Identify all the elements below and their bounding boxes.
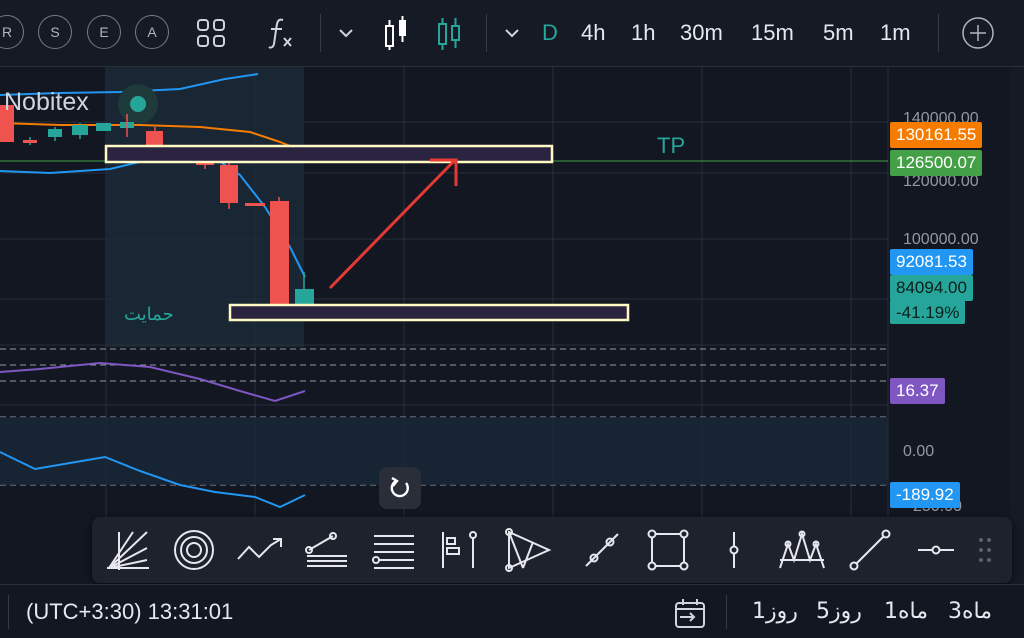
chevron-down-icon[interactable] xyxy=(500,14,524,52)
price-label-last: 84094.00 xyxy=(890,275,973,301)
horizontal-ray-icon[interactable] xyxy=(910,525,962,575)
timeframe-15m[interactable]: 15m xyxy=(751,18,794,48)
range-3-months[interactable]: 3ماه xyxy=(948,599,992,624)
timeframe-5m[interactable]: 5m xyxy=(823,18,854,48)
rectangle-icon[interactable] xyxy=(642,525,694,575)
right-edge-strip xyxy=(1010,67,1024,587)
toolbar-separator xyxy=(320,14,321,52)
vertical-line-icon[interactable] xyxy=(708,525,760,575)
chart-canvas[interactable]: Nobitex TP حمایت 140000.00 120000.00 100… xyxy=(0,67,1010,587)
toolbar-separator xyxy=(486,14,487,52)
pattern-icon[interactable] xyxy=(502,525,554,575)
timeframe-1h[interactable]: 1h xyxy=(631,18,655,48)
fib-channel-icon[interactable] xyxy=(300,525,352,575)
measure-icon[interactable] xyxy=(434,525,486,575)
bottom-separator xyxy=(726,595,727,629)
replay-r-button[interactable]: R xyxy=(0,15,24,49)
axis-tick: 100000.00 xyxy=(903,231,979,248)
bottom-bar: (UTC+3:30) 13:31:01 1روز 5روز 1ماه 3ماه xyxy=(0,584,1024,638)
head-shoulders-icon[interactable] xyxy=(776,525,828,575)
replay-a-button[interactable]: A xyxy=(135,15,169,49)
timeframe-1m[interactable]: 1m xyxy=(880,18,911,48)
tp-label: TP xyxy=(657,133,686,158)
ellipse-icon[interactable] xyxy=(168,525,220,575)
range-1-day[interactable]: 1روز xyxy=(752,599,798,624)
timeframe-d[interactable]: D xyxy=(542,18,558,48)
support-label: حمایت xyxy=(124,304,174,325)
layouts-grid-icon[interactable] xyxy=(192,14,230,52)
pitchfan-icon[interactable] xyxy=(102,525,154,575)
price-label-line: 126500.07 xyxy=(890,150,983,176)
rsi-value-label: 16.37 xyxy=(890,378,945,404)
calendar-goto-icon[interactable] xyxy=(672,595,710,631)
timeframe-4h[interactable]: 4h xyxy=(581,18,605,48)
timeframe-30m[interactable]: 30m xyxy=(680,18,723,48)
price-change-label: -41.19% xyxy=(890,300,966,324)
reset-chart-button[interactable] xyxy=(379,467,421,509)
trend-line-icon[interactable] xyxy=(844,525,896,575)
candlestick-icon[interactable] xyxy=(433,14,465,52)
bar-chart-icon[interactable] xyxy=(380,14,412,52)
drag-handle-icon[interactable] xyxy=(970,525,1000,575)
add-icon[interactable] xyxy=(960,14,996,52)
range-1-month[interactable]: 1ماه xyxy=(884,599,928,624)
price-label-bb-upper: 130161.55 xyxy=(890,122,983,148)
parallel-line-icon[interactable] xyxy=(576,525,628,575)
reset-icon xyxy=(390,476,409,498)
horizontal-lines-icon[interactable] xyxy=(368,525,420,575)
watermark: Nobitex xyxy=(4,88,89,116)
oscillator-value-label: -189.92 xyxy=(890,482,960,508)
replay-e-button[interactable]: E xyxy=(87,15,121,49)
range-5-days[interactable]: 5روز xyxy=(816,599,862,624)
price-label-bb-lower: 92081.53 xyxy=(890,249,973,275)
top-toolbar: R S E A D 4h 1h 30m 15m 5m 1m xyxy=(0,0,1024,67)
bottom-separator xyxy=(8,595,9,629)
axis-tick: 0.00 xyxy=(903,443,935,460)
function-fx-icon[interactable] xyxy=(262,14,298,52)
replay-s-button[interactable]: S xyxy=(38,15,72,49)
trend-path-icon[interactable] xyxy=(234,525,286,575)
drawing-toolbar xyxy=(92,517,1012,583)
timezone-clock[interactable]: (UTC+3:30) 13:31:01 xyxy=(26,599,233,625)
toolbar-separator xyxy=(938,14,939,52)
chevron-down-icon[interactable] xyxy=(334,14,358,52)
